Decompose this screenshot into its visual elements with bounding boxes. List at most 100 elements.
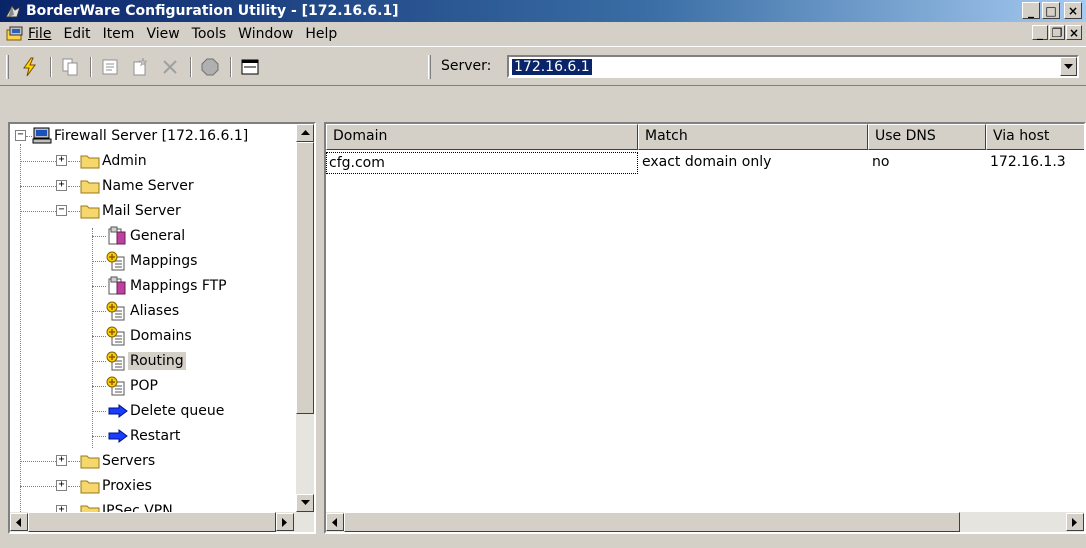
toolbar-separator [190, 57, 192, 77]
expand-name-server-button[interactable]: + [56, 180, 67, 191]
tree-node-admin[interactable]: Admin [80, 149, 149, 173]
tree-node-domains[interactable]: Domains [106, 324, 194, 348]
server-value[interactable]: 172.16.6.1 [512, 59, 592, 75]
tree-node-name-server[interactable]: Name Server [80, 174, 196, 198]
cell-via-host: 172.16.1.3 [990, 154, 1066, 170]
tree-line [20, 186, 56, 187]
scroll-down-button[interactable] [296, 494, 314, 512]
list-horizontal-scrollbar[interactable] [326, 512, 1084, 532]
copy-button[interactable] [58, 56, 82, 78]
column-header-use-dns[interactable]: Use DNS [868, 124, 986, 150]
tree-horizontal-scrollbar[interactable] [10, 512, 314, 532]
connect-button[interactable] [18, 56, 42, 78]
tree-node-mappings[interactable]: Mappings [106, 249, 199, 273]
expand-proxies-button[interactable]: + [56, 480, 67, 491]
tree-line [92, 236, 106, 237]
delete-button[interactable] [158, 56, 182, 78]
arrow-down-icon [300, 500, 310, 505]
server-combobox[interactable]: 172.16.6.1 [507, 55, 1079, 78]
folder-icon [80, 155, 100, 169]
scroll-left-button[interactable] [326, 513, 344, 531]
tree-line [20, 486, 56, 487]
tree-node-label: Firewall Server [172.16.6.1] [54, 128, 249, 144]
tree-node-proxies[interactable]: Proxies [80, 474, 154, 498]
new-item-button[interactable] [128, 56, 152, 78]
list-editor-icon [106, 326, 125, 346]
console-icon [241, 59, 259, 75]
scroll-left-button[interactable] [10, 513, 28, 531]
tree-line [68, 186, 80, 187]
folder-open-icon [80, 205, 100, 219]
scroll-thumb[interactable] [344, 512, 960, 532]
title-bar[interactable]: BorderWare Configuration Utility - [172.… [0, 0, 1086, 22]
child-restore-button[interactable]: ❐ [1049, 25, 1065, 40]
tree-line [68, 461, 80, 462]
maximize-button[interactable]: □ [1042, 2, 1060, 19]
menu-window[interactable]: Window [238, 26, 301, 42]
tree-node-label: Restart [130, 428, 181, 444]
collapse-mail-server-button[interactable]: − [56, 205, 67, 216]
menu-tools[interactable]: Tools [192, 26, 235, 42]
toolbar-grip[interactable] [6, 55, 9, 79]
arrow-right-icon [108, 404, 128, 418]
scroll-thumb[interactable] [28, 512, 276, 532]
tree-node-general[interactable]: General [106, 224, 187, 248]
toolbar-separator [230, 57, 232, 77]
tree-line [92, 336, 106, 337]
menu-view[interactable]: View [146, 26, 187, 42]
expand-servers-button[interactable]: + [56, 455, 67, 466]
tree-vertical-scrollbar[interactable] [296, 124, 314, 512]
scroll-up-button[interactable] [296, 124, 314, 142]
chevron-down-icon [1064, 63, 1073, 69]
arrow-left-icon [332, 517, 337, 527]
child-minimize-button[interactable]: _ [1032, 25, 1048, 40]
tree-node-mail-server[interactable]: Mail Server [80, 199, 183, 223]
tree-node-delete-queue[interactable]: Delete queue [108, 399, 226, 423]
tree-node-servers[interactable]: Servers [80, 449, 157, 473]
tree-node-ipsec-vpn[interactable]: IPSec VPN [80, 499, 175, 512]
menu-file[interactable]: File [28, 26, 59, 42]
tree-line [92, 436, 106, 437]
tree-node-firewall-server[interactable]: Firewall Server [172.16.6.1] [32, 124, 250, 148]
scroll-right-button[interactable] [276, 513, 294, 531]
tree-node-aliases[interactable]: Aliases [106, 299, 181, 323]
cell-use-dns: no [872, 154, 890, 170]
navigation-tree[interactable]: − Firewall Server [172.16.6.1] + Admin +… [8, 122, 316, 534]
toolbar-separator [90, 57, 92, 77]
tree-node-label: Aliases [130, 303, 180, 319]
column-header-via-host[interactable]: Via host [986, 124, 1084, 150]
stop-button[interactable] [198, 56, 222, 78]
menu-edit[interactable]: Edit [63, 26, 98, 42]
expand-ipsec-vpn-button[interactable]: + [56, 505, 67, 512]
tree-node-label: Servers [102, 453, 156, 469]
routing-list[interactable]: Domain Match Use DNS Via host cfg.com ex… [324, 122, 1086, 534]
toolbar: Server: 172.16.6.1 [0, 46, 1086, 86]
tree-node-label: Delete queue [130, 403, 225, 419]
column-header-domain[interactable]: Domain [326, 124, 638, 150]
toolbar-grip[interactable] [428, 55, 431, 79]
tree-node-label: Proxies [102, 478, 152, 494]
properties-button[interactable] [98, 56, 122, 78]
menu-item[interactable]: Item [103, 26, 143, 42]
tree-node-pop[interactable]: POP [106, 374, 160, 398]
menu-help[interactable]: Help [305, 26, 345, 42]
column-header-match[interactable]: Match [638, 124, 868, 150]
expand-admin-button[interactable]: + [56, 155, 67, 166]
table-row[interactable]: cfg.com exact domain only no 172.16.1.3 [326, 152, 1084, 174]
collapse-root-button[interactable]: − [15, 130, 26, 141]
tree-line [92, 286, 106, 287]
server-dropdown-button[interactable] [1060, 57, 1077, 76]
console-button[interactable] [238, 56, 262, 78]
window-title: BorderWare Configuration Utility - [172.… [26, 3, 399, 19]
tree-node-restart[interactable]: Restart [108, 424, 182, 448]
document-window-icon[interactable] [6, 26, 24, 42]
child-close-button[interactable]: × [1066, 25, 1082, 40]
folder-icon [80, 455, 100, 469]
scroll-thumb[interactable] [296, 142, 314, 414]
tree-node-routing[interactable]: Routing [106, 349, 186, 373]
tree-node-mappings-ftp[interactable]: Mappings FTP [106, 274, 229, 298]
close-button[interactable]: × [1064, 2, 1082, 19]
scroll-right-button[interactable] [1066, 513, 1084, 531]
minimize-button[interactable]: _ [1022, 2, 1040, 19]
tree-node-label: General [130, 228, 186, 244]
